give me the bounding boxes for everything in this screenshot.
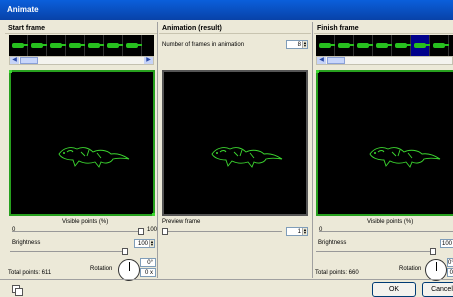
start-brightness-input[interactable]: 100 ▲ ▼ — [134, 239, 155, 248]
finish-brightness-slider[interactable] — [316, 248, 436, 255]
start-frame-canvas[interactable] — [9, 70, 155, 216]
start-brightness-label: Brightness — [12, 240, 41, 246]
start-visible-max: 100 — [147, 227, 158, 233]
thumbnail-selected[interactable] — [411, 35, 430, 56]
start-visible-points-label: Visible points (%) — [62, 219, 109, 225]
window-title: Animate — [0, 0, 453, 20]
thumbnail[interactable] — [373, 35, 392, 56]
footer-divider — [0, 279, 453, 280]
finish-thumbnail-scrollbar[interactable]: ◀ — [316, 56, 453, 65]
thumbnail[interactable] — [85, 35, 104, 56]
preview-frame-input[interactable]: 1 ▲ ▼ — [286, 227, 308, 236]
slider-thumb[interactable] — [162, 228, 168, 235]
thumbnail[interactable] — [28, 35, 47, 56]
thumbnail[interactable] — [354, 35, 373, 56]
finish-visible-min: 0 — [319, 227, 323, 233]
lizard-outline-image — [369, 147, 441, 168]
copy-icon[interactable] — [12, 285, 23, 296]
preview-frame-slider[interactable] — [162, 228, 282, 235]
start-thumbnail-scrollbar[interactable]: ◀ ▶ — [9, 56, 154, 65]
thumbnail[interactable] — [335, 35, 354, 56]
slider-thumb[interactable] — [138, 228, 144, 235]
finish-rotation-x-input[interactable]: 0 — [447, 268, 453, 277]
frames-count-label: Number of frames in animation — [162, 42, 245, 48]
start-visible-min: 0 — [12, 227, 16, 233]
start-rotation-x-input[interactable]: 0 x — [140, 268, 156, 277]
thumbnail[interactable] — [66, 35, 85, 56]
divider[interactable] — [157, 22, 158, 278]
finish-rotation-dial[interactable] — [425, 259, 447, 281]
lizard-outline-image — [58, 147, 130, 168]
start-rotation-degree-input[interactable]: 0° — [140, 258, 156, 267]
arrow-left-icon[interactable]: ◀ — [317, 57, 326, 64]
scroll-thumb[interactable] — [327, 57, 345, 64]
thumbnail[interactable] — [316, 35, 335, 56]
finish-thumbnail-strip[interactable] — [316, 35, 453, 56]
divider[interactable] — [312, 22, 313, 278]
start-frame-header: Start frame — [5, 22, 157, 34]
finish-rotation-label: Rotation — [399, 266, 422, 272]
finish-visible-points-label: Visible points (%) — [367, 219, 414, 225]
thumbnail[interactable] — [392, 35, 411, 56]
finish-visible-points-slider[interactable] — [319, 228, 453, 235]
start-rotation-dial[interactable] — [118, 259, 140, 281]
animation-result-header: Animation (result) — [159, 22, 311, 34]
finish-total-points: Total points: 660 — [315, 270, 359, 276]
slider-thumb[interactable] — [122, 248, 128, 255]
finish-frame-canvas[interactable] — [316, 70, 453, 216]
start-brightness-slider[interactable] — [10, 248, 128, 255]
arrow-right-icon[interactable]: ▶ — [144, 57, 153, 64]
slider-thumb[interactable] — [430, 248, 436, 255]
preview-frame-label: Preview frame — [162, 219, 201, 225]
finish-rotation-degree-input[interactable]: 0° — [447, 258, 453, 267]
start-thumbnail-strip[interactable] — [9, 35, 154, 56]
frames-count-input[interactable]: 8 ▲ ▼ — [286, 40, 308, 49]
thumbnail[interactable] — [9, 35, 28, 56]
cancel-button[interactable]: Cancel — [422, 282, 453, 297]
start-visible-points-slider[interactable] — [12, 228, 144, 235]
start-rotation-label: Rotation — [90, 266, 113, 272]
scroll-thumb[interactable] — [20, 57, 38, 64]
thumbnail[interactable] — [104, 35, 123, 56]
arrow-left-icon[interactable]: ◀ — [10, 57, 19, 64]
start-total-points: Total points: 611 — [8, 270, 52, 276]
finish-brightness-label: Brightness — [318, 240, 347, 246]
thumbnail[interactable] — [47, 35, 66, 56]
finish-brightness-input[interactable]: 100 — [440, 239, 453, 248]
lizard-outline-image — [211, 147, 283, 168]
animation-preview-canvas[interactable] — [162, 70, 308, 216]
finish-frame-header: Finish frame — [314, 22, 453, 34]
thumbnail[interactable] — [430, 35, 449, 56]
ok-button[interactable]: OK — [372, 282, 416, 297]
thumbnail[interactable] — [123, 35, 142, 56]
